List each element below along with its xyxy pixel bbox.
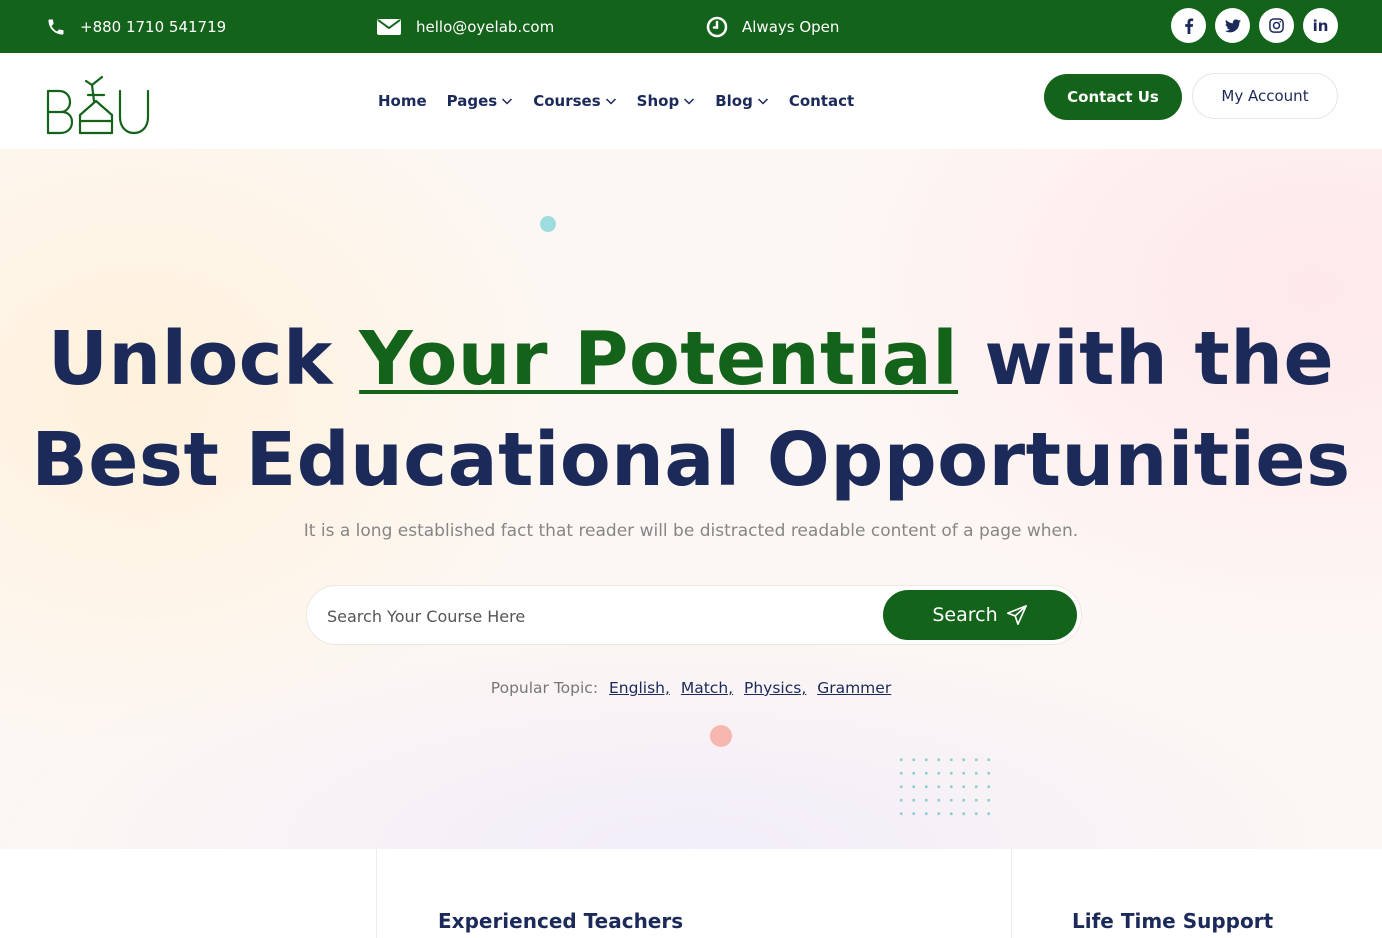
email-address: hello@oyelab.com	[416, 17, 555, 36]
clock-icon	[706, 16, 728, 38]
nav-courses[interactable]: Courses	[533, 92, 616, 110]
search-button-label: Search	[932, 604, 998, 626]
feature-divider	[1011, 849, 1012, 938]
nav-contact-label: Contact	[788, 92, 855, 110]
nav-contact[interactable]: Contact	[789, 92, 854, 110]
instagram-icon[interactable]	[1259, 8, 1294, 43]
hero-subtitle: It is a long established fact that reade…	[303, 521, 1079, 541]
main-nav: Home Pages Courses Shop Blog Contact	[378, 53, 854, 149]
nav-pages[interactable]: Pages	[447, 92, 514, 110]
nav-pages-label: Pages	[446, 92, 498, 110]
headline-start: Unlock	[47, 316, 360, 402]
nav-blog[interactable]: Blog	[715, 92, 769, 110]
email-contact[interactable]: hello@oyelab.com	[376, 0, 554, 53]
phone-icon	[46, 17, 66, 37]
opening-hours: Always Open	[706, 0, 839, 53]
top-bar: +880 1710 541719 hello@oyelab.com Always…	[0, 0, 1382, 53]
my-account-button[interactable]: My Account	[1192, 73, 1338, 119]
social-links: in	[1171, 8, 1338, 43]
nav-blog-label: Blog	[715, 92, 753, 110]
contact-us-button[interactable]: Contact Us	[1044, 74, 1182, 120]
chevron-down-icon	[605, 98, 616, 105]
course-search-bar: Search	[306, 585, 1082, 645]
mail-icon	[376, 17, 402, 37]
topic-link-grammer[interactable]: Grammer	[817, 679, 891, 697]
nav-home[interactable]: Home	[378, 92, 427, 110]
decorative-dot-grid	[895, 753, 995, 825]
feature-title-support: Life Time Support	[1072, 909, 1274, 933]
hours-text: Always Open	[742, 17, 840, 36]
chevron-down-icon	[684, 98, 695, 105]
linkedin-icon[interactable]: in	[1303, 8, 1338, 43]
headline-highlight: Your Potential	[359, 316, 959, 402]
feature-divider	[376, 849, 377, 938]
hero-section: Unlock Your Potential with the Best Educ…	[0, 149, 1382, 849]
nav-courses-label: Courses	[533, 92, 601, 110]
nav-shop[interactable]: Shop	[637, 92, 696, 110]
topic-link-english[interactable]: English,	[609, 679, 670, 697]
popular-topics-label: Popular Topic:	[490, 679, 599, 697]
facebook-icon[interactable]	[1171, 8, 1206, 43]
linkedin-glyph: in	[1312, 16, 1329, 35]
twitter-icon[interactable]	[1215, 8, 1250, 43]
topic-link-physics[interactable]: Physics,	[744, 679, 806, 697]
search-button[interactable]: Search	[883, 590, 1077, 640]
popular-topics: Popular Topic: English, Match, Physics, …	[0, 679, 1382, 697]
site-logo[interactable]	[46, 71, 150, 137]
chevron-down-icon	[502, 98, 513, 105]
headline-line2: Best Educational Opportunities	[31, 417, 1351, 503]
chevron-down-icon	[757, 98, 768, 105]
phone-number: +880 1710 541719	[80, 17, 227, 36]
features-section: Experienced Teachers Life Time Support	[0, 849, 1382, 938]
phone-contact[interactable]: +880 1710 541719	[46, 0, 226, 53]
feature-title-teachers: Experienced Teachers	[438, 909, 684, 933]
course-search-input[interactable]	[327, 596, 867, 636]
headline-end: with the	[958, 316, 1335, 402]
paper-plane-icon	[1006, 605, 1027, 625]
decorative-dot	[710, 725, 732, 747]
topic-link-match[interactable]: Match,	[681, 679, 733, 697]
hero-headline: Unlock Your Potential with the Best Educ…	[0, 309, 1382, 511]
nav-home-label: Home	[378, 92, 427, 110]
decorative-dot	[540, 216, 556, 232]
main-header: Home Pages Courses Shop Blog Contact Con…	[0, 53, 1382, 149]
nav-shop-label: Shop	[636, 92, 680, 110]
